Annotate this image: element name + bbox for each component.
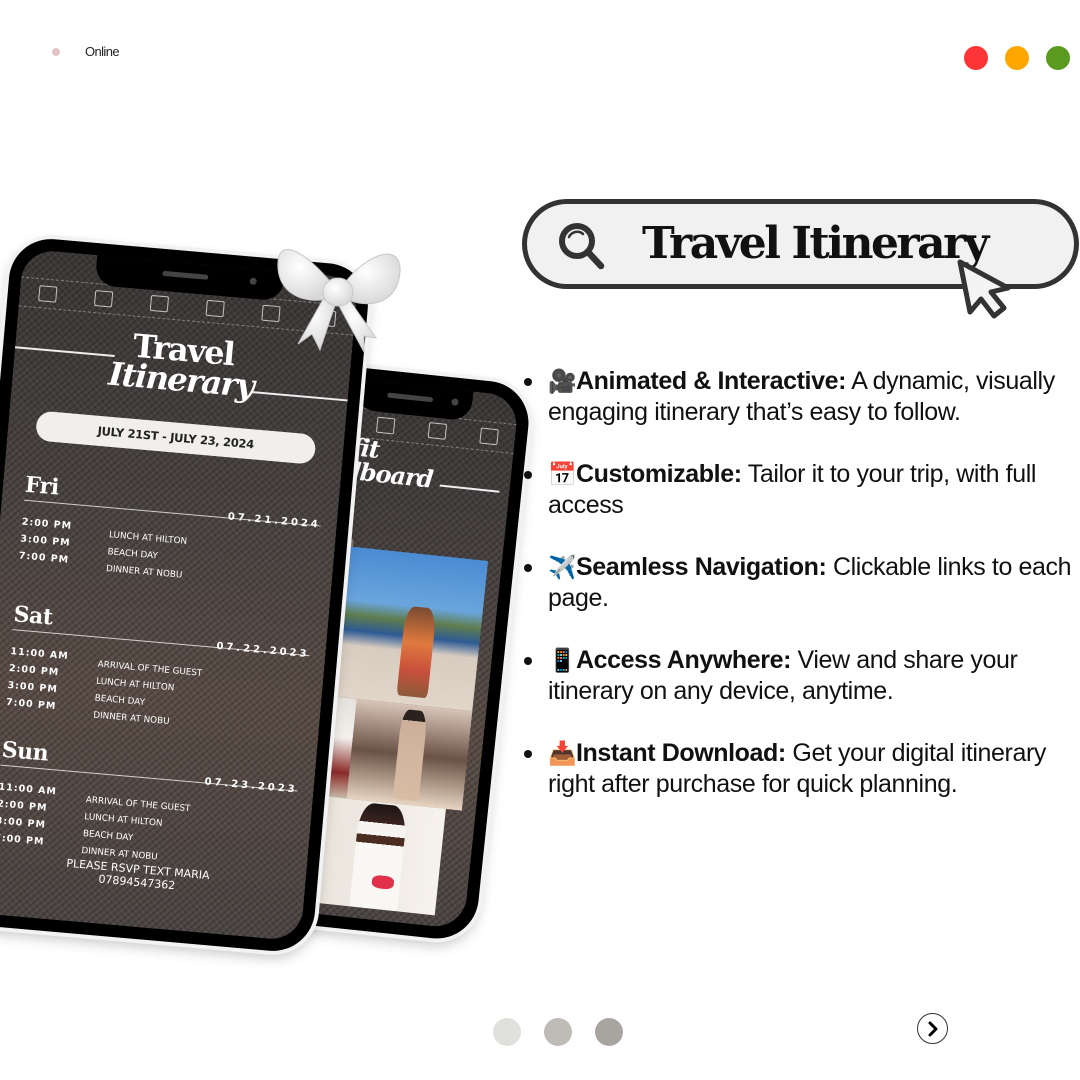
feature-item-access: 📱Access Anywhere: View and share your it… [522,645,1072,707]
feature-item-download: 📥Instant Download: Get your digital itin… [522,738,1072,800]
page-dot-1[interactable] [493,1018,521,1046]
feature-list: 🎥Animated & Interactive: A dynamic, visu… [522,366,1072,831]
checklist-nav-icon[interactable] [149,294,170,313]
close-window-button[interactable] [964,46,988,70]
search-icon [559,223,605,270]
suitcase-nav-icon[interactable] [427,422,448,440]
online-dot-icon [52,47,60,56]
page-dot-3[interactable] [595,1018,623,1046]
mobile-phone-icon: 📱 [548,647,577,673]
calendar-nav-icon[interactable] [375,416,396,435]
feature-title: Animated & Interactive: [576,367,847,395]
feature-title: Seamless Navigation: [576,553,827,581]
minimize-window-button[interactable] [1005,46,1029,70]
status-indicator: Online [52,44,120,59]
movie-camera-icon: 🎥 [548,368,577,394]
feature-item-navigation: ✈️Seamless Navigation: Clickable links t… [522,552,1072,614]
window-controls [964,46,1070,70]
maximize-window-button[interactable] [1046,46,1070,70]
page-dot-2[interactable] [544,1018,572,1046]
day-section-sat: Sat 07.22.2023 11:00 AM 2:00 PM 3:00 PM … [5,601,312,746]
map-nav-icon[interactable] [93,290,114,308]
photo-yacht-outfit [333,546,489,711]
feature-title: Instant Download: [576,739,786,767]
feature-title: Customizable: [576,460,742,488]
calendar-icon: 📅 [548,461,577,487]
photo-white-skirt [315,796,447,916]
day-section-fri: Fri 07.21.2024 2:00 PM 3:00 PM 7:00 PM L… [17,472,323,600]
date-range-pill: JULY 21ST - JULY 23, 2024 [34,410,317,465]
status-label: Online [85,44,120,59]
day-schedule: 2:00 PM 3:00 PM 7:00 PM LUNCH AT HILTON … [17,517,319,600]
title-rule [439,484,500,493]
airplane-icon: ✈️ [548,554,577,580]
inbox-download-icon: 📥 [548,740,577,766]
white-bow-decoration [277,249,401,353]
search-query-text: Travel Itinerary [642,218,989,269]
page-indicator [493,1018,623,1046]
signature-nav-icon[interactable] [38,285,58,303]
chevron-right-icon [928,1021,937,1036]
notes-nav-icon[interactable] [479,427,499,446]
day-schedule: 11:00 AM 2:00 PM 3:00 PM 7:00 PM ARRIVAL… [5,646,308,746]
calendar-nav-icon[interactable] [205,299,225,318]
mouse-cursor-icon [957,259,1011,319]
next-page-button[interactable] [917,1013,948,1044]
feature-item-customizable: 📅Customizable: Tailor it to your trip, w… [522,459,1072,521]
photo-beige-set [346,698,473,811]
feature-title: Access Anywhere: [576,646,791,674]
feature-item-animated: 🎥Animated & Interactive: A dynamic, visu… [522,366,1072,428]
